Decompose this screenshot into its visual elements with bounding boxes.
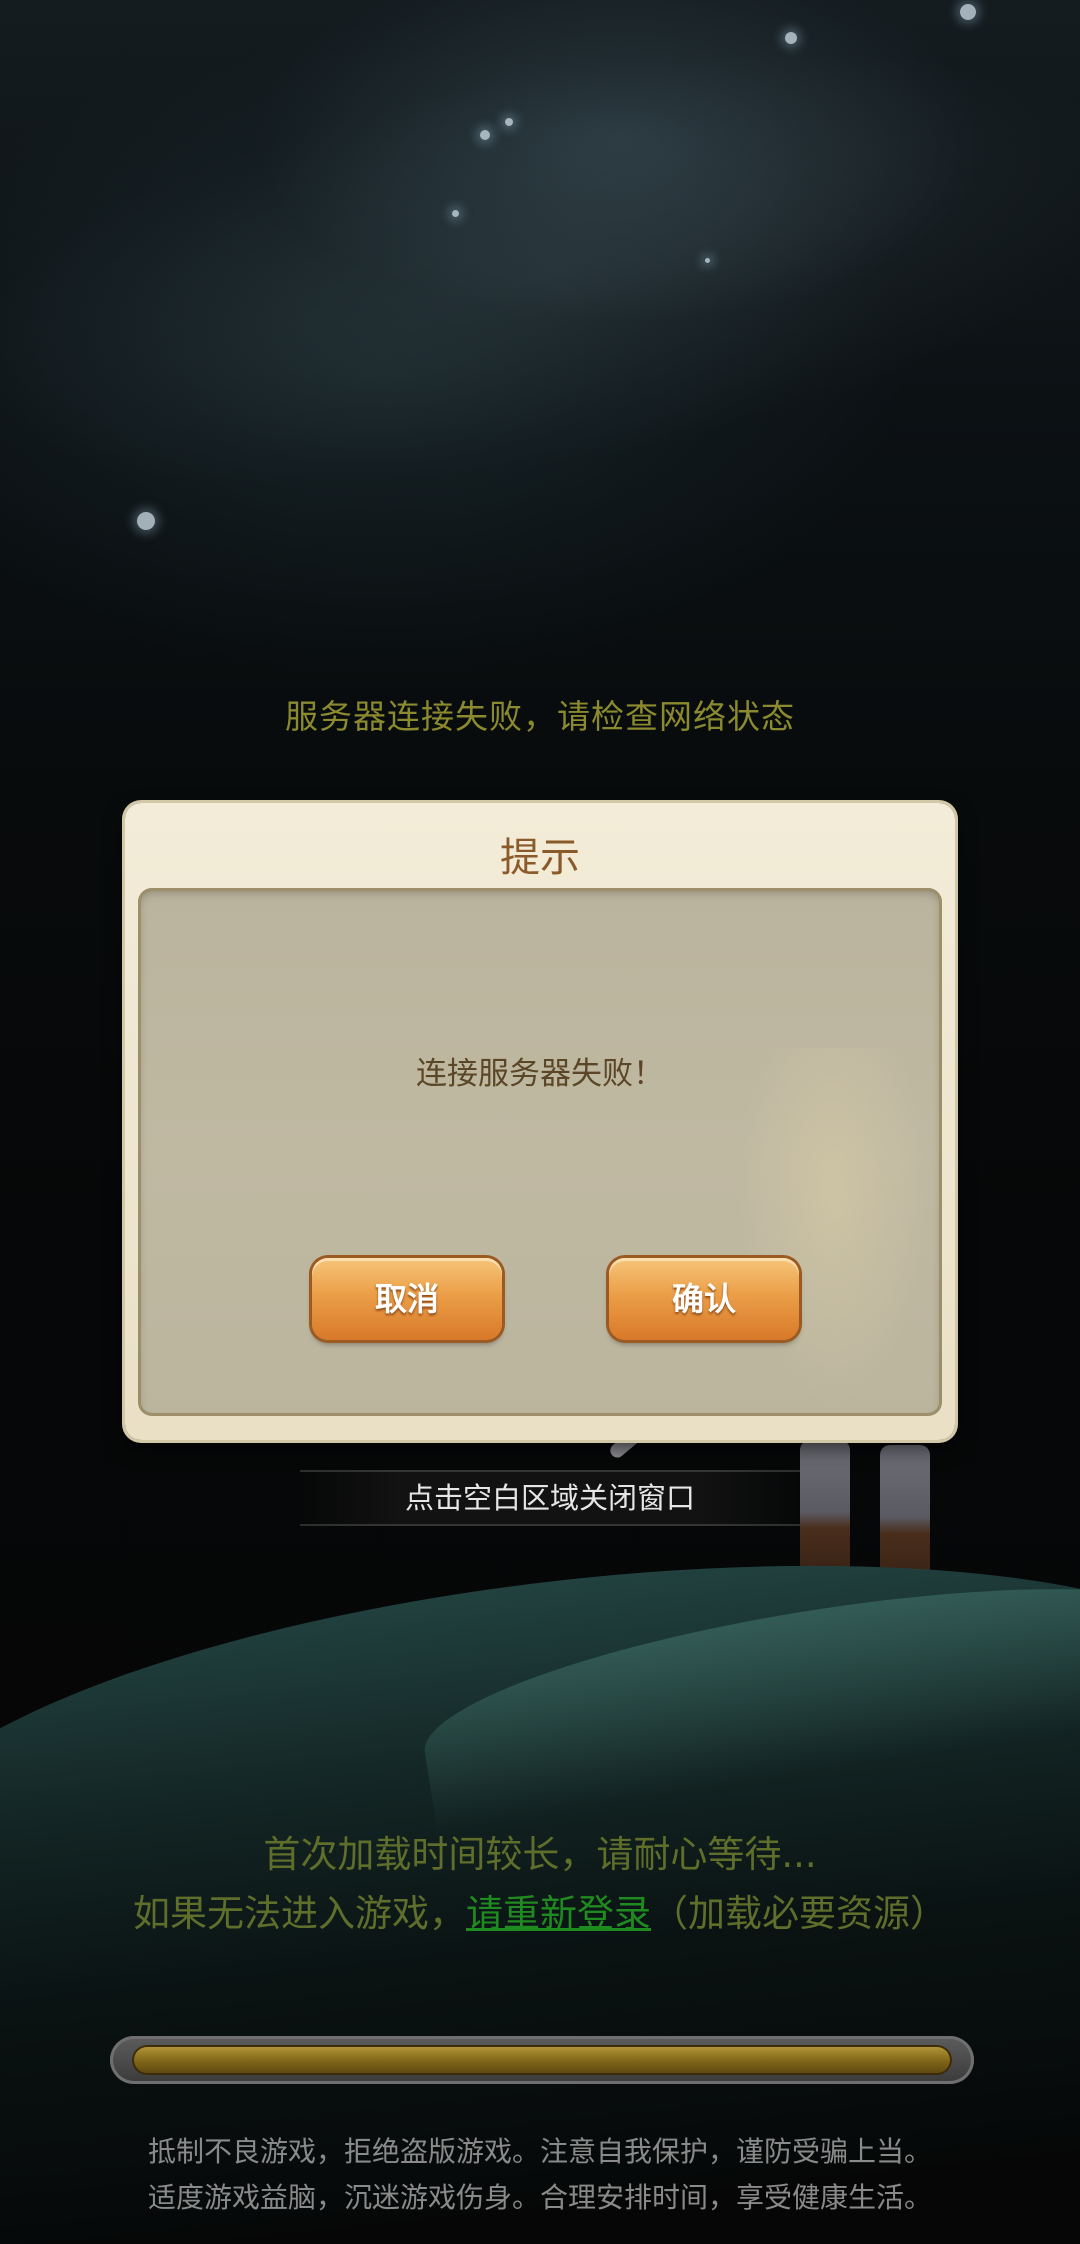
star-icon bbox=[960, 4, 976, 20]
health-notice-line2: 适度游戏益脑，沉迷游戏伤身。合理安排时间，享受健康生活。 bbox=[147, 2181, 932, 2214]
loading-help-text: 如果无法进入游戏，请重新登录（加载必要资源） bbox=[0, 1883, 1080, 1937]
health-notice-line1: 抵制不良游戏，拒绝盗版游戏。注意自我保护，谨防受骗上当。 bbox=[147, 2135, 932, 2168]
dialog-title: 提示 bbox=[500, 835, 580, 881]
star-icon bbox=[505, 118, 513, 126]
close-hint-bar[interactable]: 点击空白区域关闭窗口 bbox=[300, 1470, 800, 1526]
dialog-background-figure bbox=[738, 1048, 928, 1408]
alert-dialog: 提示 连接服务器失败！ 取消 确认 bbox=[125, 803, 955, 1440]
confirm-button[interactable]: 确认 bbox=[609, 1258, 799, 1340]
star-icon bbox=[480, 130, 490, 140]
dialog-body: 连接服务器失败！ 取消 确认 bbox=[138, 888, 942, 1416]
star-icon bbox=[452, 210, 459, 217]
star-icon bbox=[785, 32, 797, 44]
sky-glow bbox=[0, 0, 1080, 590]
loading-progress-fill bbox=[132, 2045, 952, 2075]
dialog-message: 连接服务器失败！ bbox=[416, 1056, 664, 1092]
loading-progress-bar bbox=[110, 2036, 974, 2084]
loading-wait-text: 首次加载时间较长，请耐心等待... bbox=[263, 1833, 817, 1876]
star-icon bbox=[705, 258, 710, 263]
loading-help-prefix: 如果无法进入游戏， bbox=[133, 1892, 466, 1935]
connection-status-text: 服务器连接失败，请检查网络状态 bbox=[285, 697, 795, 736]
star-icon bbox=[137, 512, 155, 530]
loading-help-suffix: （加载必要资源） bbox=[651, 1892, 947, 1935]
relogin-link[interactable]: 请重新登录 bbox=[466, 1892, 651, 1935]
cancel-button[interactable]: 取消 bbox=[312, 1258, 502, 1340]
close-hint-text: 点击空白区域关闭窗口 bbox=[404, 1481, 695, 1515]
